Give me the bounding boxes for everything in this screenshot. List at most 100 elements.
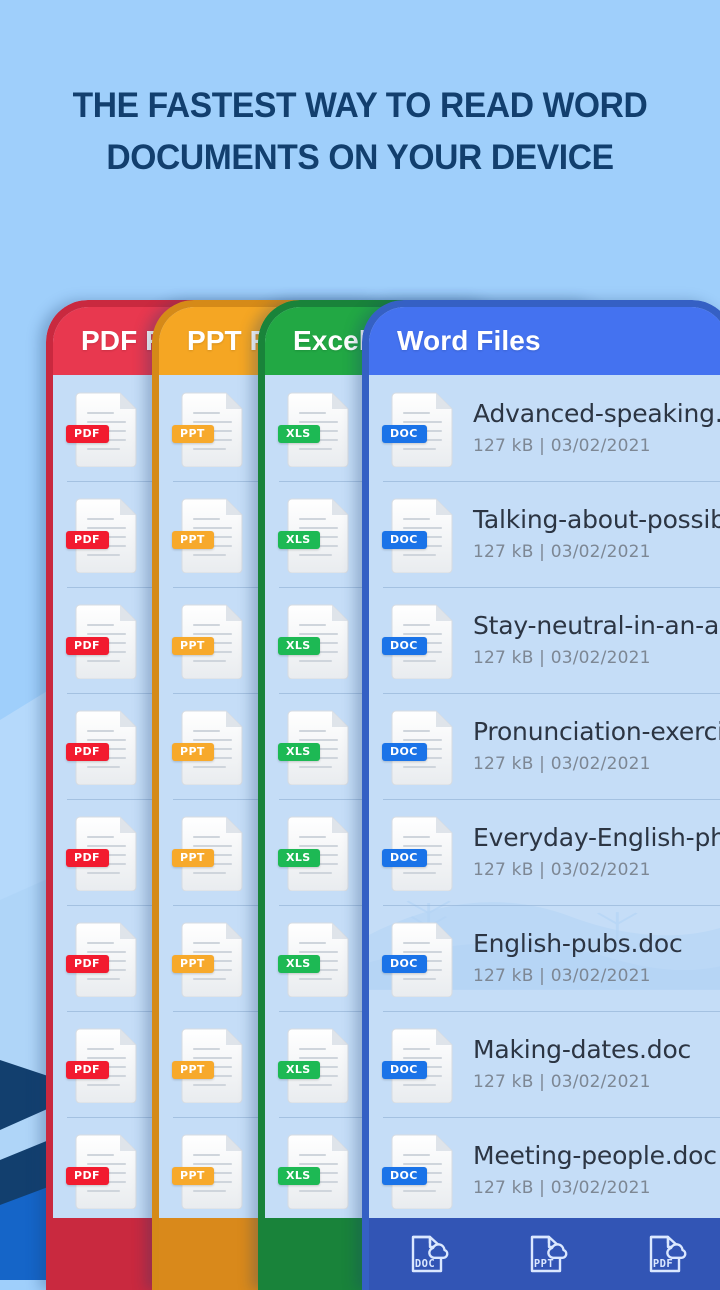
file-type-badge: PDF — [66, 424, 109, 443]
file-icon: DOC — [382, 389, 457, 467]
file-type-badge: XLS — [278, 848, 320, 867]
svg-text:PPT: PPT — [534, 1258, 554, 1270]
file-type-badge: DOC — [382, 530, 427, 549]
file-type-badge: XLS — [278, 1060, 320, 1079]
appbar-title-word: Word Files — [397, 325, 541, 356]
file-type-badge: PDF — [66, 1060, 109, 1079]
file-type-badge: PDF — [66, 530, 109, 549]
file-icon: DOC — [382, 1131, 457, 1209]
cloud-document-glyph: PDF — [650, 1235, 687, 1273]
page-headline: THE FASTEST WAY TO READ WORD DOCUMENTS O… — [14, 80, 705, 184]
file-type-badge: PPT — [172, 530, 214, 549]
file-type-badge: PDF — [66, 1166, 109, 1185]
file-text: English-pubs.doc 127 kB | 03/02/2021 — [473, 930, 683, 987]
bottom-nav-item-doc[interactable]: DOCDOC — [369, 1231, 488, 1277]
doc-cloud-icon[interactable]: DOC — [406, 1231, 452, 1277]
file-icon: XLS — [278, 919, 353, 997]
file-icon: DOC — [382, 919, 457, 997]
file-icon: PPT — [172, 813, 247, 891]
file-meta: 127 kB | 03/02/2021 — [473, 754, 651, 775]
file-type-badge: PDF — [66, 848, 109, 867]
file-icon: PPT — [172, 1131, 247, 1209]
ppt-cloud-icon[interactable]: PPT — [525, 1231, 571, 1277]
file-meta: 127 kB | 03/02/2021 — [473, 436, 651, 457]
file-name: Pronunciation-exercise.doc — [473, 716, 720, 746]
svg-text:DOC: DOC — [415, 1258, 435, 1270]
file-icon: PPT — [172, 601, 247, 679]
file-icon: PDF — [66, 813, 141, 891]
file-text: Advanced-speaking.doc 127 kB | 03/02/2021 — [473, 400, 720, 457]
list-item[interactable]: DOC Advanced-speaking.doc 127 kB | 03/02/2… — [369, 375, 720, 481]
file-type-badge: XLS — [278, 954, 320, 973]
file-icon: PDF — [66, 1025, 141, 1103]
file-icon: DOC — [382, 1025, 457, 1103]
file-name: Advanced-speaking.doc — [473, 398, 720, 428]
file-meta: 127 kB | 03/02/2021 — [473, 1178, 651, 1199]
bottom-nav-item-ppt[interactable]: PPTPPT — [488, 1231, 607, 1277]
file-icon: DOC — [382, 495, 457, 573]
file-icon: DOC — [382, 601, 457, 679]
file-icon: XLS — [278, 707, 353, 785]
file-type-badge: XLS — [278, 636, 320, 655]
pdf-cloud-icon[interactable]: PDF — [644, 1231, 690, 1277]
file-type-badge: XLS — [278, 424, 320, 443]
list-item[interactable]: DOC Making-dates.doc 127 kB | 03/02/2021 — [369, 1011, 720, 1117]
file-icon: PDF — [66, 1131, 141, 1209]
list-item[interactable]: DOC Everyday-English-phrases.doc 127 kB | … — [369, 799, 720, 905]
phone-card-word[interactable]: Word Files DOC Advanced-speaking.doc 127 kB… — [362, 300, 720, 1290]
file-icon: XLS — [278, 495, 353, 573]
file-icon: PPT — [172, 919, 247, 997]
file-name: Stay-neutral-in-an-argument.doc — [473, 610, 720, 640]
file-text: Pronunciation-exercise.doc 127 kB | 03/02… — [473, 718, 720, 775]
file-meta: 127 kB | 03/02/2021 — [473, 648, 651, 669]
file-type-badge: DOC — [382, 848, 427, 867]
file-icon: XLS — [278, 1025, 353, 1103]
list-item[interactable]: DOC Stay-neutral-in-an-argument.doc 127 kB… — [369, 587, 720, 693]
file-icon: PPT — [172, 389, 247, 467]
file-type-badge: PDF — [66, 954, 109, 973]
file-type-badge: PPT — [172, 1060, 214, 1079]
file-icon: PPT — [172, 495, 247, 573]
file-icon: XLS — [278, 813, 353, 891]
file-meta: 127 kB | 03/02/2021 — [473, 1072, 651, 1093]
file-type-badge: PPT — [172, 954, 214, 973]
file-icon: PPT — [172, 1025, 247, 1103]
file-text: Stay-neutral-in-an-argument.doc 127 kB | … — [473, 612, 720, 669]
file-name: Everyday-English-phrases.doc — [473, 822, 720, 852]
file-type-badge: DOC — [382, 424, 427, 443]
cloud-document-glyph: DOC — [411, 1235, 449, 1273]
file-type-badge: XLS — [278, 742, 320, 761]
file-type-badge: PPT — [172, 636, 214, 655]
file-type-badge: PPT — [172, 1166, 214, 1185]
file-name: Making-dates.doc — [473, 1034, 692, 1064]
list-item[interactable]: DOC English-pubs.doc 127 kB | 03/02/2021 — [369, 905, 720, 1011]
file-text: Everyday-English-phrases.doc 127 kB | 03/… — [473, 824, 720, 881]
file-name: Meeting-people.doc — [473, 1140, 717, 1170]
phone-screen-word: Word Files DOC Advanced-speaking.doc 127 kB… — [369, 307, 720, 1290]
file-type-badge: XLS — [278, 530, 320, 549]
file-icon: PDF — [66, 707, 141, 785]
file-icon: PDF — [66, 495, 141, 573]
file-meta: 127 kB | 03/02/2021 — [473, 542, 651, 563]
file-type-badge: DOC — [382, 636, 427, 655]
list-item[interactable]: DOC Meeting-people.doc 127 kB | 03/02/2021 — [369, 1117, 720, 1223]
file-type-badge: DOC — [382, 954, 427, 973]
file-icon: XLS — [278, 601, 353, 679]
file-icon: DOC — [382, 707, 457, 785]
file-type-badge: PDF — [66, 636, 109, 655]
list-item[interactable]: DOC Talking-about-possibility.doc 127 kB |… — [369, 481, 720, 587]
file-icon: PDF — [66, 919, 141, 997]
file-text: Talking-about-possibility.doc 127 kB | 03… — [473, 506, 720, 563]
list-item[interactable]: DOC Pronunciation-exercise.doc 127 kB | 03… — [369, 693, 720, 799]
headline-line-1: THE FASTEST WAY TO READ WORD — [72, 86, 648, 125]
file-meta: 127 kB | 03/02/2021 — [473, 860, 651, 881]
file-text: Meeting-people.doc 127 kB | 03/02/2021 — [473, 1142, 717, 1199]
file-type-badge: PPT — [172, 848, 214, 867]
file-type-badge: PDF — [66, 742, 109, 761]
bottom-nav-item-pdf[interactable]: PDFPDF — [608, 1231, 720, 1277]
file-text: Making-dates.doc 127 kB | 03/02/2021 — [473, 1036, 691, 1093]
file-type-badge: DOC — [382, 1060, 427, 1079]
headline-line-2: DOCUMENTS ON YOUR DEVICE — [106, 137, 614, 177]
file-icon: PDF — [66, 601, 141, 679]
file-type-badge: PPT — [172, 742, 214, 761]
